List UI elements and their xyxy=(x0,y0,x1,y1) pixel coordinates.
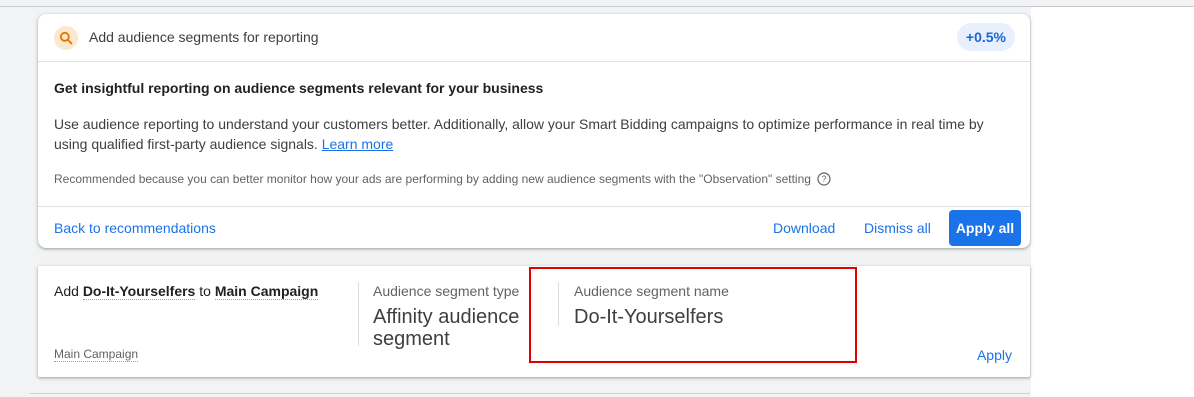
item-prefix: Add xyxy=(54,283,79,299)
apply-button[interactable]: Apply xyxy=(977,347,1012,363)
learn-more-link[interactable]: Learn more xyxy=(322,136,394,152)
reason-text: Recommended because you can better monit… xyxy=(54,172,811,186)
column-divider xyxy=(358,282,359,346)
segment-type-value: Affinity audience segment xyxy=(373,306,520,350)
recommendation-reason: Recommended because you can better monit… xyxy=(54,172,831,186)
campaign-label: Main Campaign xyxy=(54,347,139,362)
help-icon[interactable]: ? xyxy=(817,172,831,186)
svg-text:?: ? xyxy=(821,174,826,184)
back-to-recommendations-link[interactable]: Back to recommendations xyxy=(54,220,216,236)
top-divider xyxy=(0,6,1194,7)
recommendation-header: Add audience segments for reporting +0.5… xyxy=(38,14,1030,62)
body-description: Use audience reporting to understand you… xyxy=(54,114,1014,154)
segment-name-value: Do-It-Yourselfers xyxy=(574,306,724,328)
column-divider xyxy=(558,282,559,326)
search-icon xyxy=(54,26,78,50)
right-panel xyxy=(1031,7,1194,397)
bottom-divider xyxy=(30,393,1030,394)
recommendation-item-card: Add Do-It-Yourselfers to Main Campaign M… xyxy=(38,266,1030,377)
item-connector: to xyxy=(199,283,211,299)
description-text: Use audience reporting to understand you… xyxy=(54,116,984,152)
recommendation-card: Add audience segments for reporting +0.5… xyxy=(38,14,1030,248)
segment-name-label: Audience segment name xyxy=(574,283,729,299)
download-button[interactable]: Download xyxy=(773,220,835,236)
recommendation-title: Add audience segments for reporting xyxy=(89,29,319,45)
item-title: Add Do-It-Yourselfers to Main Campaign xyxy=(54,283,319,300)
segment-type-label: Audience segment type xyxy=(373,283,520,299)
item-segment: Do-It-Yourselfers xyxy=(82,283,196,300)
footer-divider xyxy=(38,206,1030,207)
item-campaign: Main Campaign xyxy=(214,283,319,300)
dismiss-all-button[interactable]: Dismiss all xyxy=(864,220,931,236)
apply-all-button[interactable]: Apply all xyxy=(949,210,1021,246)
body-title: Get insightful reporting on audience seg… xyxy=(54,80,544,96)
score-badge: +0.5% xyxy=(956,23,1015,51)
